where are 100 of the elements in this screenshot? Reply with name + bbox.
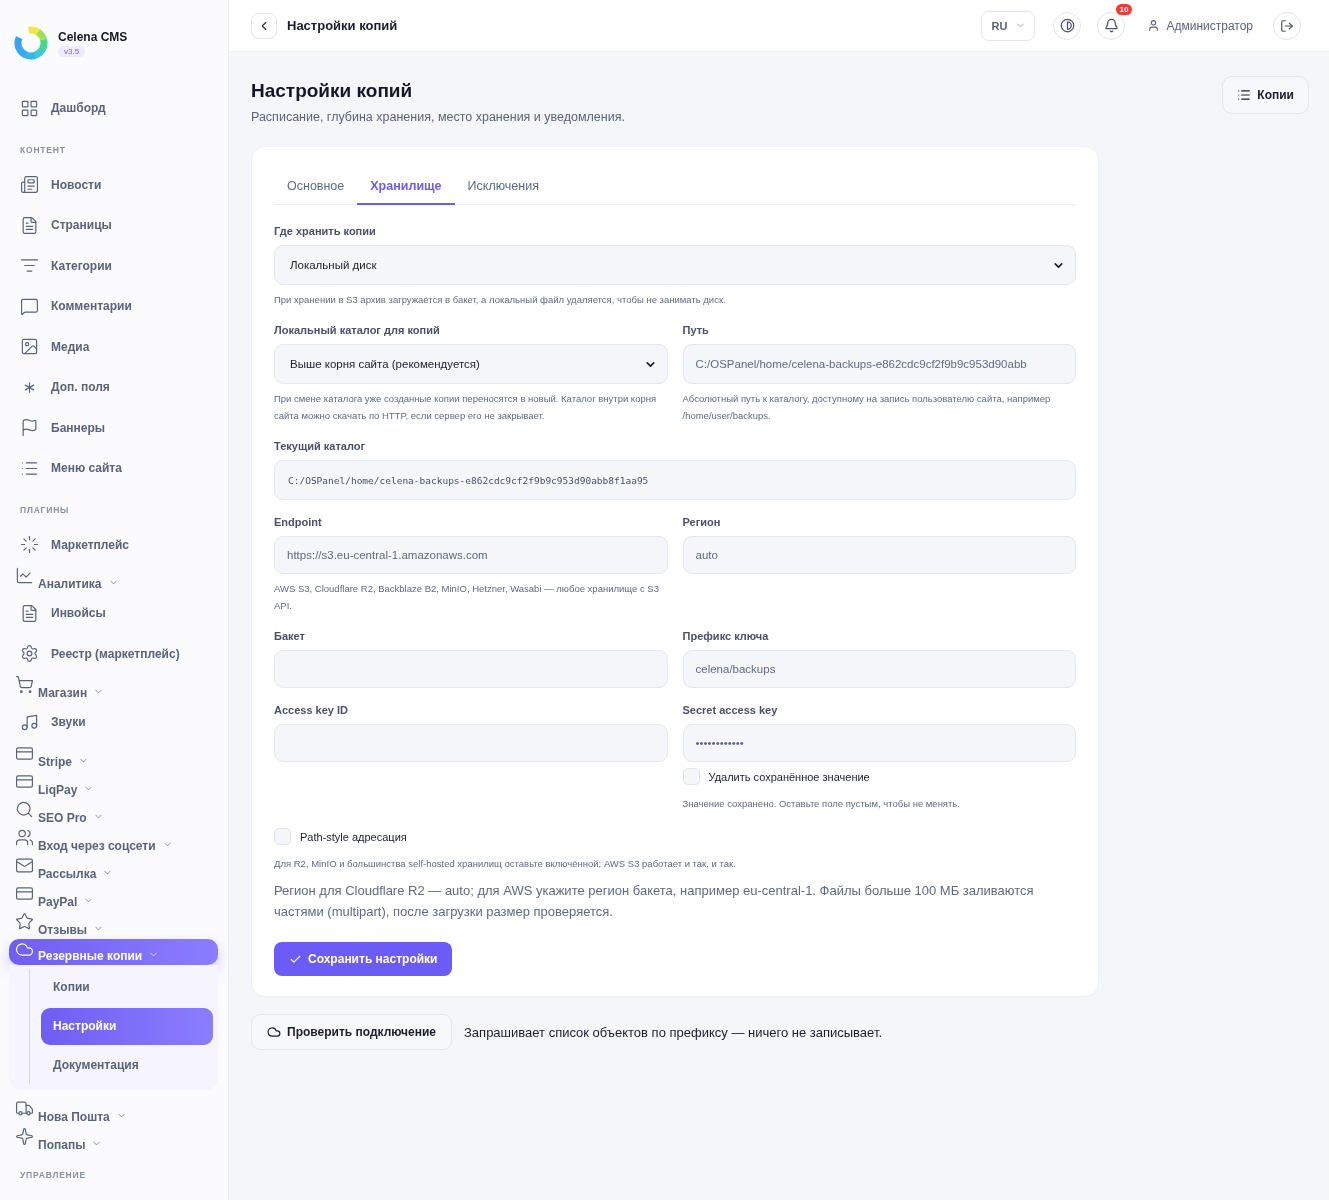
field-label: Access key ID xyxy=(274,704,349,716)
field-hint: AWS S3, Cloudflare R2, Backblaze B2, MinIO, Hetzner, Wasabi — любое хранилище с S3 API. xyxy=(274,582,660,613)
field-label: Локальный каталог для копий xyxy=(274,324,441,336)
submenu-item[interactable]: Документация xyxy=(41,1046,213,1084)
sidebar-group[interactable]: Stripe xyxy=(0,742,228,771)
sidebar-group[interactable]: LiqPay xyxy=(0,770,228,799)
contrast-icon xyxy=(1059,18,1075,33)
tab[interactable]: Хранилище xyxy=(357,169,455,205)
language-select[interactable]: RU xyxy=(980,10,1036,41)
users-icon xyxy=(15,827,34,847)
theme-toggle[interactable] xyxy=(1053,11,1082,40)
flag-icon xyxy=(20,418,39,438)
sidebar-group[interactable]: Вход через соцсети xyxy=(0,826,228,855)
tab[interactable]: Исключения xyxy=(454,169,552,205)
field-label: Где хранить копии xyxy=(274,225,377,237)
field-label: Endpoint xyxy=(274,516,323,528)
sidebar-item[interactable]: Звуки xyxy=(0,702,228,743)
field-hint: Для R2, MinIO и большинства self-hosted хранилищ оставьте включённой; AWS S3 работает и так, и так. xyxy=(274,857,737,871)
sidebar-group[interactable]: PayPal xyxy=(0,882,228,911)
sidebar-item[interactable]: Страницы xyxy=(0,205,228,246)
user-icon xyxy=(1147,19,1161,32)
sidebar-item[interactable]: Доп. поля xyxy=(0,367,228,408)
sidebar-group[interactable]: Нова Пошта xyxy=(0,1097,228,1126)
sidebar-group[interactable]: Аналитика xyxy=(0,565,228,593)
sidebar-group[interactable]: Попапы xyxy=(0,1125,228,1154)
line-chart-icon xyxy=(15,566,34,585)
list-icon xyxy=(1237,88,1252,102)
sidebar-item[interactable]: Инвойсы xyxy=(0,593,228,634)
sparkle-icon xyxy=(15,1126,34,1146)
topbar-title: Настройки копий xyxy=(287,18,398,33)
music-note-icon xyxy=(20,712,39,732)
page-title: Настройки копий xyxy=(251,80,414,102)
logout-button[interactable] xyxy=(1273,11,1301,40)
field-hint: Значение сохранено. Оставьте поле пустым, чтобы не менять. xyxy=(682,797,961,811)
logo-icon xyxy=(14,26,48,60)
grid-icon xyxy=(20,98,39,118)
sidebar-group[interactable]: Магазин xyxy=(0,674,228,702)
sidebar-item[interactable]: Маркетплейс xyxy=(0,524,228,565)
field-hint: Абсолютный путь к каталогу, доступному на запись пользователю сайта, например /home/user/backups. xyxy=(682,392,1052,423)
checkbox[interactable] xyxy=(274,828,291,845)
field-hint: При смене каталога уже созданные копии переносятся в новый. Каталог внутри корня сайта можно скачать по HTTP, если сервер его не закрывает. xyxy=(274,392,658,423)
checkbox[interactable] xyxy=(682,768,700,785)
back-button[interactable] xyxy=(251,12,277,39)
submenu-item[interactable]: Копии xyxy=(41,968,213,1006)
sidebar-item[interactable]: Меню сайта xyxy=(0,448,228,489)
sidebar-item[interactable]: Реестр (маркетплейс) xyxy=(0,633,228,674)
gear-icon xyxy=(20,644,39,664)
tab[interactable]: Основное xyxy=(274,169,358,205)
storage-note: Регион для Cloudflare R2 — auto; для AWS укажите регион бакета, например eu-central-1. Файлы больше 100 МБ заливаются частями (multipart), после загрузки размер проверяется. xyxy=(274,882,1035,921)
sidebar-item[interactable]: Комментарии xyxy=(0,286,228,327)
input-field[interactable] xyxy=(274,724,668,762)
connection-note: Запрашивает список объектов по префиксу — ничего не записывает. xyxy=(464,1024,882,1040)
sidebar-group[interactable]: Рассылка xyxy=(0,854,228,883)
newspaper-icon xyxy=(20,175,39,195)
test-connection-button[interactable]: Проверить подключение xyxy=(251,1014,452,1050)
input-field[interactable]: C:/OSPanel/home/celena-backups-e862cdc9cf2f9b9c953d90abb xyxy=(682,344,1076,384)
sidebar-group[interactable]: Отзывы xyxy=(0,910,228,939)
sidebar-item[interactable]: Новости xyxy=(0,164,228,205)
checkbox-label: Удалить сохранённое значение xyxy=(708,770,870,783)
document-icon xyxy=(20,603,39,623)
cart-icon xyxy=(15,675,34,694)
input-field[interactable] xyxy=(274,650,668,688)
user-menu[interactable]: Администратор xyxy=(1147,18,1253,33)
logout-icon xyxy=(1280,18,1294,33)
search-icon xyxy=(15,799,34,819)
brand-name: Celena CMS xyxy=(58,29,128,44)
select-field[interactable]: Выше корня сайта (рекомендуется) xyxy=(274,344,668,384)
field-label: Secret access key xyxy=(682,704,779,716)
input-field[interactable]: celena/backups xyxy=(682,650,1076,688)
section-heading: ПЛАГИНЫ xyxy=(19,503,71,517)
password-field[interactable]: •••••••••••• xyxy=(682,724,1076,762)
save-button[interactable]: Сохранить настройки xyxy=(274,942,453,976)
submenu-item[interactable]: Настройки xyxy=(41,1007,213,1045)
field-label: Префикс ключа xyxy=(682,630,770,642)
bell-icon xyxy=(1103,18,1119,33)
document-icon xyxy=(20,215,39,235)
field-label: Регион xyxy=(682,516,722,528)
image-icon xyxy=(20,337,39,357)
sidebar-item[interactable]: Дашборд xyxy=(0,88,228,129)
sidebar-item[interactable]: Медиа xyxy=(0,326,228,367)
field-hint: При хранении в S3 архив загружается в бакет, а локальный файл удаляется, чтобы не занимать диск. xyxy=(274,293,727,307)
star-icon xyxy=(15,911,34,931)
sidebar-group[interactable]: Резервные копии xyxy=(9,938,218,965)
checkbox-label: Path-style адресация xyxy=(300,830,407,843)
input-field[interactable]: auto xyxy=(682,536,1076,574)
notification-count: 10 xyxy=(1115,3,1133,15)
sidebar-group[interactable]: SEO Pro xyxy=(0,798,228,827)
sidebar-item[interactable]: Категории xyxy=(0,245,228,286)
readonly-field: C:/OSPanel/home/celena-backups-e862cdc9cf2f9b9c953d90abb8f1aa95 xyxy=(274,460,1076,500)
select-field[interactable]: Локальный диск xyxy=(274,245,1076,285)
chat-bubble-icon xyxy=(20,296,39,316)
loader-icon xyxy=(20,535,39,555)
field-label: Бакет xyxy=(274,630,306,642)
section-heading: КОНТЕНТ xyxy=(19,143,67,157)
copies-button[interactable]: Копии xyxy=(1222,76,1309,114)
page-subtitle: Расписание, глубина хранения, место хранения и уведомления. xyxy=(251,110,625,124)
notifications-button[interactable] xyxy=(1097,11,1126,40)
field-label: Путь xyxy=(682,324,710,336)
input-field[interactable]: https://s3.eu-central-1.amazonaws.com xyxy=(274,536,668,574)
sidebar-item[interactable]: Баннеры xyxy=(0,407,228,448)
